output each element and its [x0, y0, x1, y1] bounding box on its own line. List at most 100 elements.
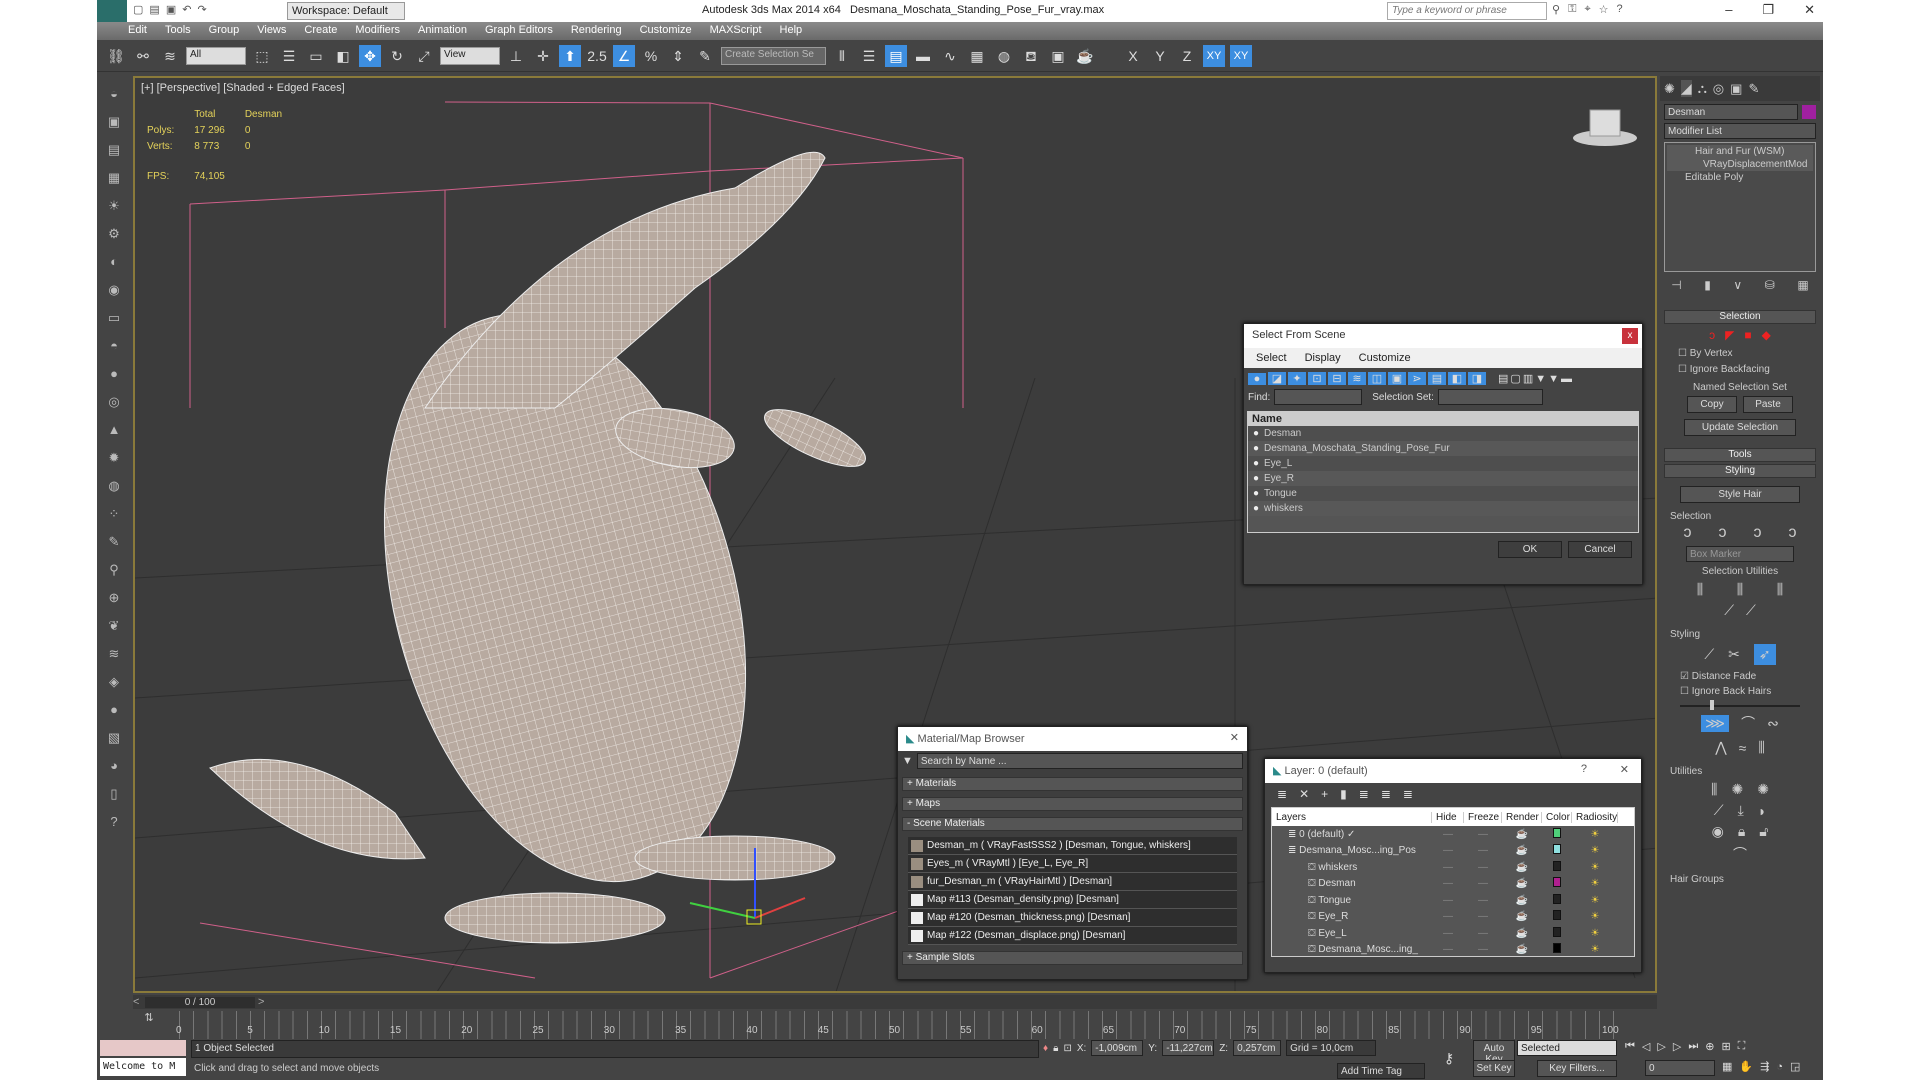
- show-end-result-icon[interactable]: ▮: [1704, 278, 1711, 292]
- menu-group[interactable]: Group: [200, 22, 249, 40]
- column-header-hide[interactable]: Hide: [1432, 811, 1464, 823]
- menu-select[interactable]: Select: [1256, 352, 1287, 364]
- display-icon[interactable]: ▣: [104, 112, 124, 132]
- tools-rollout[interactable]: Tools: [1664, 448, 1816, 462]
- isolate-icon[interactable]: ♦: [1043, 1043, 1048, 1054]
- render-teapot-icon[interactable]: ☕: [1502, 862, 1542, 873]
- select-root-icon[interactable]: ↄ: [1754, 524, 1762, 542]
- shapes-filter-icon[interactable]: ◪: [1268, 372, 1286, 385]
- puff-roots-icon[interactable]: ∾: [1767, 715, 1779, 732]
- update-selection-button[interactable]: Update Selection: [1684, 419, 1796, 436]
- layer-color-swatch[interactable]: [1542, 910, 1572, 923]
- render-teapot-icon[interactable]: ☕: [1502, 911, 1542, 922]
- render-icon[interactable]: ◉: [104, 280, 124, 300]
- add-to-layer-icon[interactable]: +: [1321, 787, 1328, 801]
- freeze-toggle[interactable]: —: [1464, 862, 1502, 873]
- hair-icon[interactable]: ≋: [104, 644, 124, 664]
- edit-named-sel-icon[interactable]: ✎: [694, 45, 716, 67]
- menu-tools[interactable]: Tools: [156, 22, 200, 40]
- recomb-icon[interactable]: ⟋: [1714, 802, 1724, 819]
- layer-color-swatch[interactable]: [1542, 844, 1572, 857]
- toggle-collisions-icon[interactable]: ◗: [1758, 803, 1766, 819]
- scale-icon[interactable]: ⤢: [413, 45, 435, 67]
- layer-row[interactable]: ⛋ Desmana_Mosc...ing_ — — ☕ ☀: [1272, 942, 1634, 959]
- hair-brush-icon[interactable]: ⟋: [1704, 646, 1714, 663]
- layer-row[interactable]: ⛋ Tongue — — ☕ ☀: [1272, 892, 1634, 909]
- sun-icon[interactable]: ✹: [104, 448, 124, 468]
- make-unique-icon[interactable]: ∨: [1733, 278, 1742, 292]
- new-icon[interactable]: ▢: [133, 3, 143, 16]
- freeze-toggle[interactable]: —: [1464, 845, 1502, 856]
- configure-sets-icon[interactable]: ▦: [1797, 278, 1808, 292]
- absolute-mode-icon[interactable]: ⊡: [1063, 1043, 1071, 1054]
- star-icon[interactable]: ☆: [1599, 3, 1609, 16]
- materials-group[interactable]: + Materials: [902, 777, 1243, 791]
- set-key-mode-icon[interactable]: ⚷: [1429, 1040, 1469, 1076]
- hidden-filter-icon[interactable]: ◨: [1468, 372, 1486, 385]
- column-header-layers[interactable]: Layers: [1272, 811, 1432, 823]
- close-button[interactable]: x: [1622, 328, 1638, 344]
- grid-icon[interactable]: ▦: [104, 168, 124, 188]
- menu-animation[interactable]: Animation: [409, 22, 476, 40]
- hierarchy-tab-icon[interactable]: ⛬: [1698, 81, 1707, 97]
- torus-icon[interactable]: ◎: [104, 392, 124, 412]
- walk-icon[interactable]: ⇶: [1760, 1060, 1769, 1073]
- align-icon[interactable]: ☰: [858, 45, 880, 67]
- close-button[interactable]: ✕: [1230, 731, 1239, 744]
- column-header-color[interactable]: Color: [1542, 811, 1572, 823]
- distance-fade-checkbox[interactable]: ☑ Distance Fade: [1680, 669, 1820, 684]
- freeze-toggle[interactable]: —: [1464, 944, 1502, 955]
- scale-hair-icon[interactable]: ⫼: [1758, 739, 1764, 756]
- hide-toggle[interactable]: —: [1432, 928, 1464, 939]
- object-list-item[interactable]: ● Desmana_Moschata_Standing_Pose_Fur: [1248, 441, 1638, 456]
- bind-spacewarp-icon[interactable]: ≋: [159, 45, 181, 67]
- layer-color-swatch[interactable]: [1542, 926, 1572, 940]
- orbit-icon[interactable]: ◔: [1776, 1061, 1783, 1073]
- paste-button[interactable]: Paste: [1743, 396, 1793, 413]
- xrefs-filter-icon[interactable]: ▣: [1388, 372, 1406, 385]
- play-icon[interactable]: ▷: [1657, 1040, 1665, 1053]
- layer-row[interactable]: ⛋ Eye_R — — ☕ ☀: [1272, 909, 1634, 926]
- freeze-toggle[interactable]: —: [1464, 911, 1502, 922]
- scene-material-item[interactable]: Desman_m ( VRayFastSSS2 ) [Desman, Tongu…: [908, 837, 1237, 855]
- undo-hair-icon[interactable]: ⌒: [1660, 844, 1820, 864]
- mirror-icon[interactable]: ⫴: [831, 45, 853, 67]
- box-icon[interactable]: ▭: [104, 308, 124, 328]
- layer-row[interactable]: ≣ 0 (default) ✓ — — ☕ ☀: [1272, 826, 1634, 843]
- leaf-icon[interactable]: ❦: [104, 616, 124, 636]
- app-logo-button[interactable]: [97, 0, 127, 22]
- attenuate-icon[interactable]: ⫼: [1711, 781, 1717, 798]
- world-icon[interactable]: ⊕: [104, 588, 124, 608]
- percent-snap-icon[interactable]: %: [640, 45, 662, 67]
- render-teapot-icon[interactable]: ☕: [1502, 829, 1542, 840]
- clump-icon[interactable]: ⋀: [1715, 739, 1726, 756]
- radiosity-icon[interactable]: ☀: [1572, 862, 1618, 873]
- maximize-viewport-icon[interactable]: ◲: [1790, 1060, 1800, 1073]
- redo-icon[interactable]: ↷: [197, 3, 206, 16]
- radiosity-icon[interactable]: ☀: [1572, 895, 1618, 906]
- spinner-snap-icon[interactable]: ⇕: [667, 45, 689, 67]
- freeze-toggle[interactable]: —: [1464, 895, 1502, 906]
- next-key-icon[interactable]: ▷: [1673, 1040, 1681, 1053]
- viewcube[interactable]: [1573, 109, 1637, 146]
- column-header-radiosity[interactable]: Radiosity: [1572, 811, 1618, 823]
- render-icon[interactable]: ☕: [1074, 45, 1096, 67]
- styling-rollout[interactable]: Styling: [1664, 464, 1816, 478]
- groups-filter-icon[interactable]: ◫: [1368, 372, 1386, 385]
- filter-selected-icon[interactable]: ▼: [1548, 373, 1559, 385]
- layer-color-swatch[interactable]: [1542, 860, 1572, 874]
- create-tab-icon[interactable]: ✺: [1664, 81, 1675, 97]
- element-select-icon[interactable]: ◆: [1762, 328, 1771, 342]
- y-coord-field[interactable]: -11,227cm: [1162, 1040, 1215, 1056]
- rect-region-icon[interactable]: ▭: [305, 45, 327, 67]
- hide-toggle[interactable]: —: [1432, 829, 1464, 840]
- object-list-item[interactable]: ● Eye_R: [1248, 471, 1638, 486]
- cameras-filter-icon[interactable]: ⊡: [1308, 372, 1326, 385]
- axis-z-button[interactable]: Z: [1176, 45, 1198, 67]
- hide-toggle[interactable]: —: [1432, 911, 1464, 922]
- menu-display[interactable]: Display: [1305, 352, 1341, 364]
- workspace-dropdown[interactable]: Workspace: Default: [287, 2, 405, 20]
- maximize-button[interactable]: ❐: [1762, 2, 1774, 18]
- menu-rendering[interactable]: Rendering: [562, 22, 631, 40]
- select-tool-icon[interactable]: ➶: [1753, 644, 1776, 665]
